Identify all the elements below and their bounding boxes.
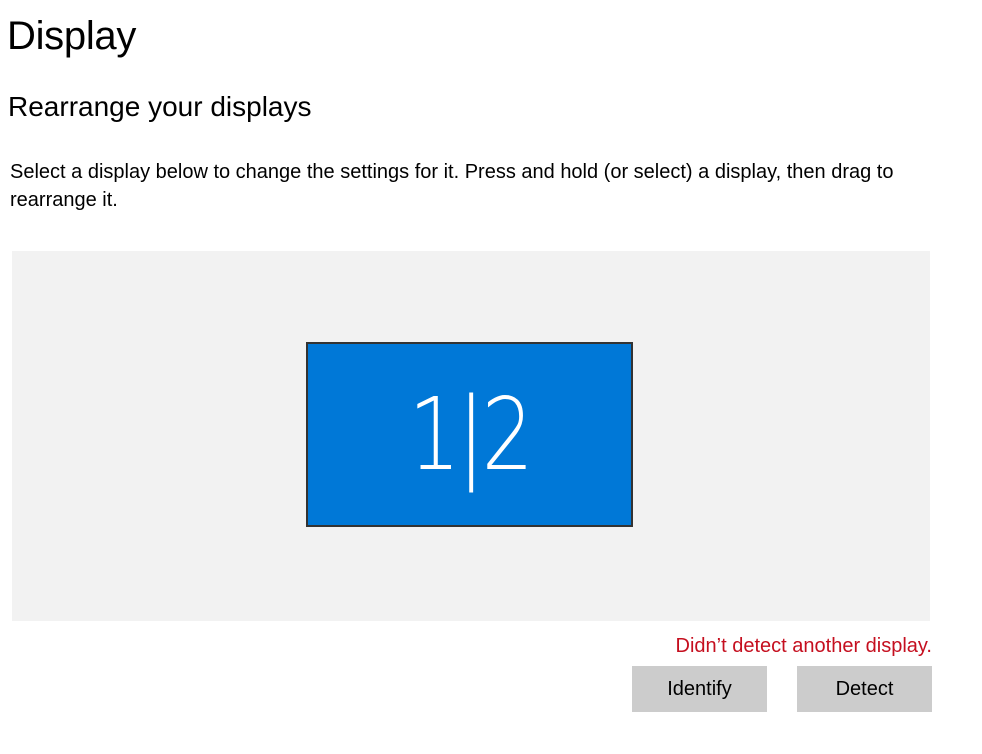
display-tile[interactable]: 1|2 — [306, 342, 633, 527]
display-number-label: 1|2 — [408, 375, 533, 493]
detect-button[interactable]: Detect — [797, 666, 932, 712]
detection-status-message: Didn’t detect another display. — [675, 635, 932, 657]
page-title: Display — [7, 14, 137, 58]
display-settings-page: Display Rearrange your displays Select a… — [0, 0, 982, 754]
section-title: Rearrange your displays — [8, 91, 312, 122]
display-arrangement-area: 1|2 — [12, 251, 930, 621]
section-description: Select a display below to change the set… — [10, 161, 894, 211]
identify-button[interactable]: Identify — [632, 666, 767, 712]
